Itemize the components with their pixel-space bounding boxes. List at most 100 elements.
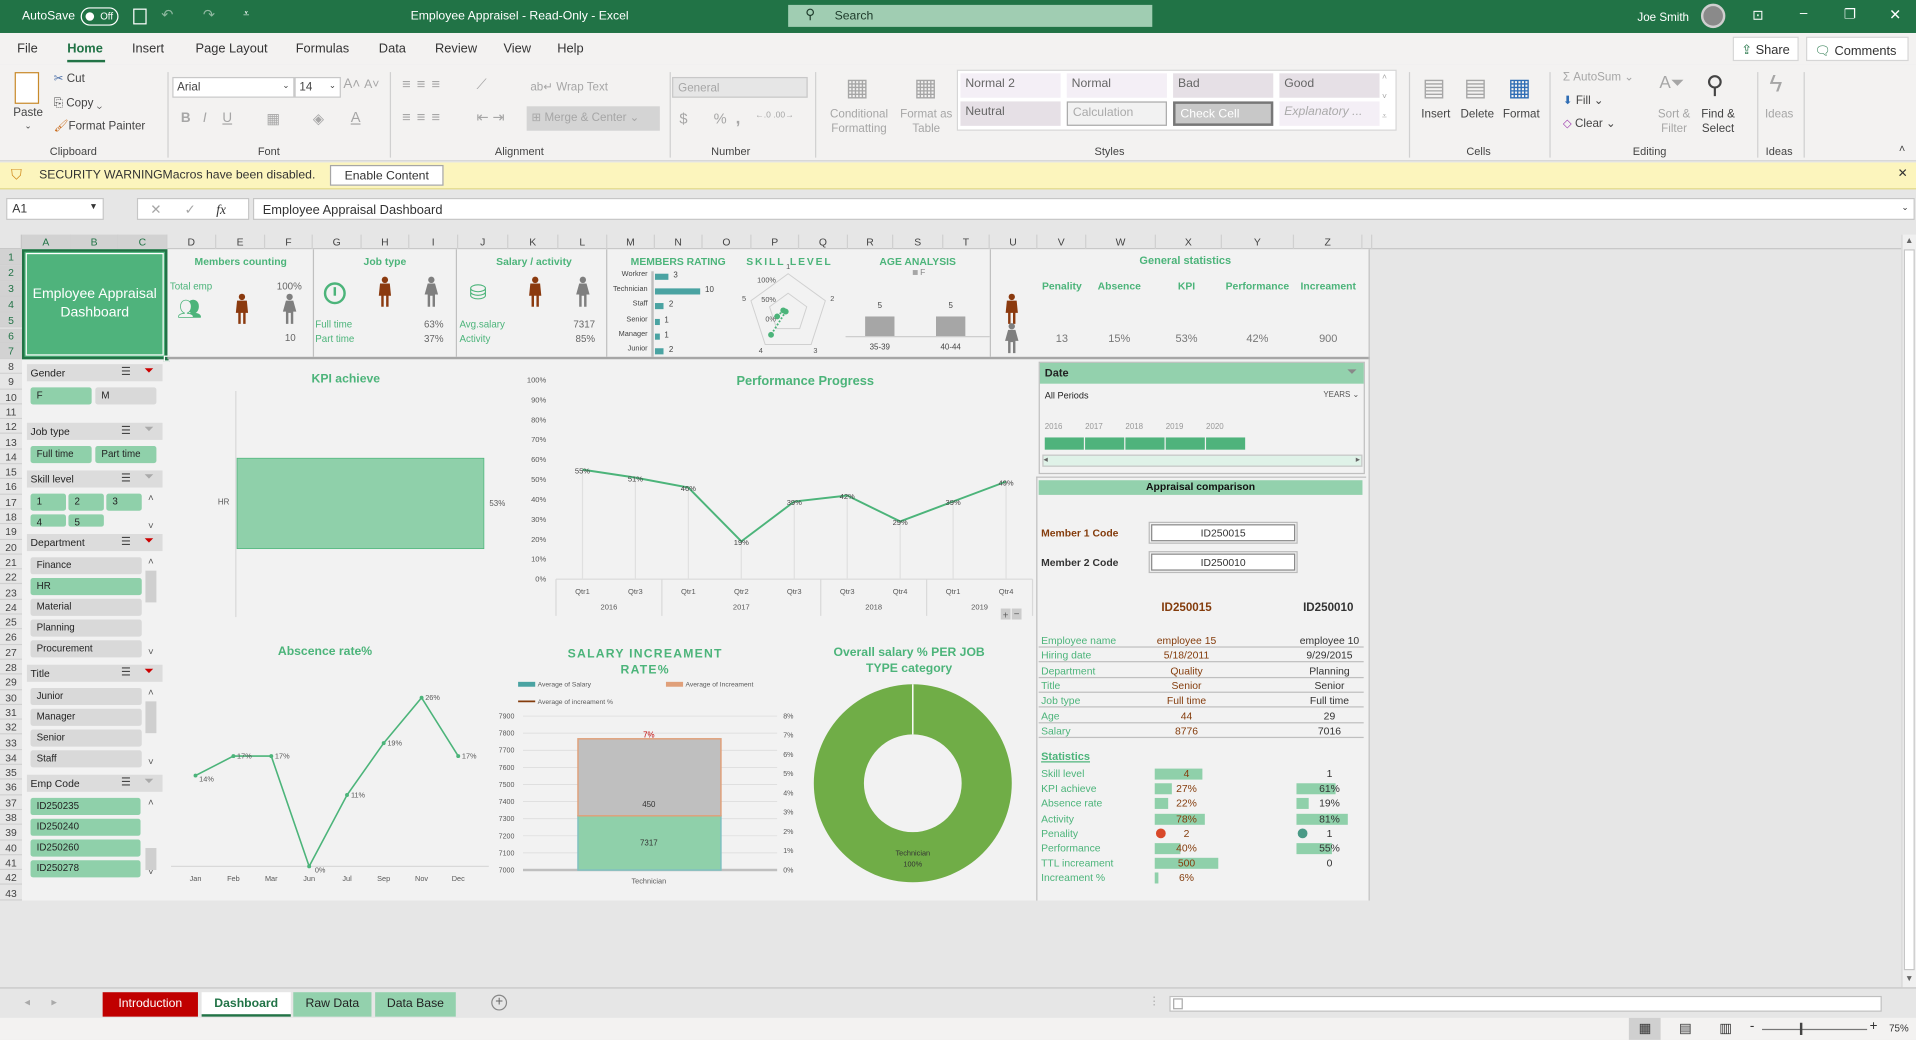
performance-category-label: Qtr3 [840, 587, 855, 596]
absence-category-label: Dec [452, 874, 465, 883]
timeline-year-label: 2017 [1085, 422, 1103, 432]
appraisal-field-label: Hiring date [1041, 649, 1092, 662]
scroll-up-icon[interactable]: ▲ [1905, 237, 1913, 246]
timeline-year-bar-2016[interactable] [1044, 437, 1084, 450]
member2-value: Full time [1309, 694, 1350, 707]
absence-category-label: Mar [265, 874, 278, 883]
absence-point [193, 773, 198, 778]
zoom-out-icon: − [1014, 609, 1020, 620]
timeline-year-bar-2019[interactable] [1165, 437, 1205, 450]
salary-y2tick: 5% [783, 770, 794, 778]
absence-category-label: Sep [377, 874, 390, 883]
kpi-chart-title: KPI achieve [312, 371, 381, 385]
vertical-scrollbar[interactable]: ▲ ▼ [1901, 234, 1916, 988]
performance-data-label: 49% [998, 478, 1013, 487]
zoom-in-icon[interactable]: + [1870, 1019, 1878, 1034]
zoom-level[interactable]: 75% [1889, 1023, 1909, 1034]
sheet-tab-introduction[interactable]: Introduction [102, 992, 198, 1017]
timeline-year-bar-2018[interactable] [1125, 437, 1165, 450]
zoom-out-icon[interactable]: - [1750, 1019, 1754, 1034]
appraisal-row: Age 44 29 [1038, 708, 1364, 723]
absence-data-label: 17% [462, 752, 477, 761]
page-layout-view-icon[interactable]: ▤ [1679, 1020, 1692, 1037]
member1-value: Senior [1171, 679, 1202, 692]
zoom-slider[interactable] [1762, 1028, 1868, 1031]
scrollbar-thumb[interactable] [1173, 998, 1183, 1010]
sheet-tab-data-base[interactable]: Data Base [375, 992, 456, 1017]
donut-chart-title: Overall salary % PER JOB [833, 645, 984, 659]
normal-view-button[interactable]: ▦ [1628, 1017, 1661, 1040]
timeline-scrollbar[interactable]: ◂ ▸ [1042, 454, 1363, 467]
performance-category-label: Qtr4 [893, 587, 908, 596]
member1-value: 8776 [1174, 724, 1199, 737]
time-level-select[interactable]: YEARS ⌄ [1323, 390, 1359, 400]
member2-code-input[interactable]: ID250010 [1148, 551, 1298, 574]
donut-value-label: 100% [903, 859, 922, 868]
statistic-label: Skill level [1041, 767, 1085, 780]
absence-point [456, 754, 461, 759]
prev-sheet-icon[interactable]: ◂ [24, 996, 30, 1009]
performance-ytick: 40% [531, 495, 546, 504]
member1-code-value: ID250015 [1200, 526, 1246, 539]
kpi-category-label: HR [218, 498, 230, 507]
member1-stat-value: 4 [1183, 767, 1190, 780]
sheet-tab-raw-data[interactable]: Raw Data [293, 992, 372, 1017]
charts-layer: KPI achieve HR 53% Performance Progress 0% 10… [171, 371, 1034, 885]
member1-stat-value: 2 [1183, 827, 1190, 840]
penalty-indicator-icon [1155, 828, 1166, 839]
sheet-tab-dashboard[interactable]: Dashboard [201, 992, 291, 1017]
performance-year-label: 2019 [971, 603, 988, 612]
performance-ytick: 20% [531, 535, 546, 544]
page-break-view-icon[interactable]: ▥ [1719, 1020, 1732, 1037]
absence-category-label: Jun [303, 874, 315, 883]
increment-data-label: 450 [642, 800, 656, 809]
timeline-year-bar-2017[interactable] [1085, 437, 1125, 450]
split-handle-icon[interactable]: ⋮ [1149, 995, 1160, 1008]
member2-code-value: ID250010 [1200, 555, 1246, 569]
absence-data-label: 17% [237, 752, 252, 761]
statistics-title: Statistics [1041, 750, 1091, 763]
salary-ytick: 7000 [499, 866, 515, 874]
member2-value: 29 [1323, 709, 1336, 722]
statistic-label: Activity [1041, 812, 1074, 825]
member1-stat-bar [1154, 798, 1169, 810]
appraisal-header: Appraisal comparison [1038, 480, 1363, 495]
salary-y2tick: 2% [783, 828, 794, 836]
absence-point [269, 754, 274, 759]
horizontal-scrollbar[interactable] [1169, 995, 1882, 1012]
salary-data-label: 7317 [640, 838, 658, 847]
member1-stat-value: 6% [1178, 871, 1195, 884]
excel-window: AutoSave Off ↶ ↷ ⩡ Employee Appraisel - … [0, 0, 1916, 1040]
appraisal-field-label: Age [1041, 709, 1060, 722]
clear-filter-icon[interactable]: ⏷ [1348, 365, 1357, 378]
appraisal-row: Employee name employee 15 employee 10 [1038, 633, 1364, 648]
absence-category-label: Nov [415, 874, 428, 883]
performance-year-label: 2016 [601, 603, 618, 612]
performance-data-label: 19% [734, 538, 749, 547]
absence-point [231, 754, 236, 759]
scrollbar-thumb[interactable] [1903, 249, 1915, 971]
performance-data-label: 39% [787, 498, 802, 507]
scroll-right-icon[interactable]: ▸ [1356, 455, 1360, 465]
member1-value: 44 [1180, 709, 1193, 722]
absence-line [195, 696, 459, 869]
next-sheet-icon[interactable]: ▸ [51, 996, 57, 1009]
scroll-down-icon[interactable]: ▼ [1905, 975, 1913, 984]
absence-category-label: Feb [227, 874, 240, 883]
appraisal-field-label: Title [1041, 679, 1061, 692]
absence-data-label: 26% [425, 693, 440, 702]
performance-category-label: Qtr1 [681, 587, 696, 596]
member2-code-label: Member 2 Code [1041, 555, 1119, 569]
zoom-slider-thumb[interactable] [1799, 1022, 1803, 1035]
member1-code-input[interactable]: ID250015 [1148, 521, 1298, 544]
member2-stat-value: 1 [1326, 767, 1333, 780]
performance-ytick: 80% [531, 415, 546, 424]
salary-ytick: 7400 [499, 798, 515, 806]
timeline-year-label: 2020 [1206, 422, 1224, 432]
performance-category-label: Qtr2 [734, 587, 749, 596]
legend-label: Average of Salary [538, 682, 592, 689]
timeline-year-bar-2020[interactable] [1206, 437, 1246, 450]
salary-y2tick: 7% [783, 732, 794, 740]
add-sheet-icon[interactable]: + [491, 994, 508, 1011]
scroll-left-icon[interactable]: ◂ [1044, 455, 1048, 465]
